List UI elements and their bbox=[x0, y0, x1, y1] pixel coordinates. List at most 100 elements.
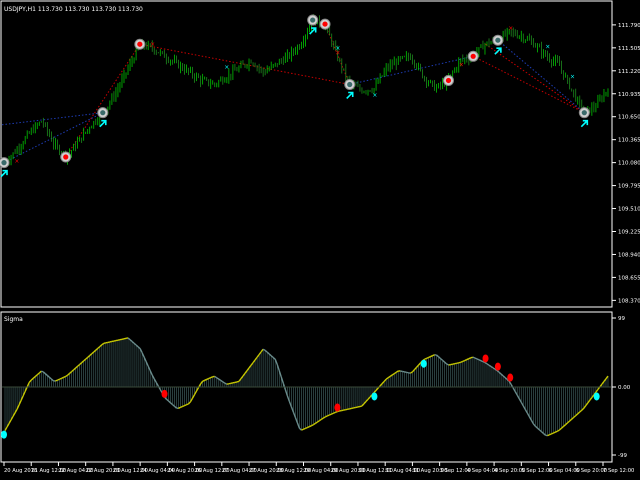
signal-core bbox=[470, 53, 476, 59]
osc-tick-label: -99 bbox=[618, 453, 627, 459]
red-cross-icon: × bbox=[150, 41, 155, 48]
osc-segment bbox=[184, 404, 187, 407]
osc-segment bbox=[468, 357, 472, 360]
osc-segment bbox=[327, 414, 330, 417]
osc-segment bbox=[462, 359, 466, 362]
osc-segment bbox=[182, 404, 185, 408]
osc-segment bbox=[186, 403, 189, 406]
osc-segment bbox=[428, 355, 431, 359]
signal-core bbox=[310, 17, 316, 23]
price-tick-label: 111.505 bbox=[618, 46, 640, 52]
signal-core bbox=[322, 21, 328, 27]
osc-segment bbox=[305, 426, 308, 429]
osc-segment bbox=[236, 380, 240, 383]
osc-buy-marker bbox=[371, 392, 378, 401]
osc-sell-marker bbox=[482, 354, 489, 363]
background bbox=[0, 0, 640, 480]
osc-segment bbox=[57, 378, 60, 381]
osc-sell-marker bbox=[507, 373, 514, 382]
osc-segment bbox=[61, 376, 64, 379]
red-cross-icon: × bbox=[14, 158, 19, 165]
osc-segment bbox=[555, 430, 558, 433]
time-tick-label: 7 Sep 12:00 bbox=[603, 468, 634, 474]
osc-buy-marker bbox=[1, 430, 7, 439]
osc-segment bbox=[476, 358, 480, 361]
osc-segment bbox=[551, 432, 554, 435]
signal-core bbox=[100, 110, 106, 116]
signal-core bbox=[137, 41, 143, 47]
cyan-cross-icon: × bbox=[224, 64, 229, 71]
osc-segment bbox=[303, 427, 306, 430]
signal-core bbox=[63, 154, 69, 160]
osc-segment bbox=[41, 370, 44, 373]
osc-segment bbox=[63, 375, 66, 379]
price-tick-label: 111.220 bbox=[618, 69, 640, 75]
price-tick-label: 108.940 bbox=[618, 252, 640, 258]
osc-segment bbox=[430, 355, 433, 358]
price-tick-label: 109.225 bbox=[618, 229, 640, 235]
symbol-title: USDJPY,H1 113.730 113.730 113.730 113.73… bbox=[4, 6, 143, 13]
osc-segment bbox=[331, 412, 335, 415]
osc-segment bbox=[311, 423, 314, 427]
red-cross-icon: × bbox=[508, 25, 513, 32]
osc-segment bbox=[333, 411, 337, 414]
osc-segment bbox=[325, 415, 328, 418]
osc-segment bbox=[460, 360, 464, 363]
osc-segment bbox=[178, 406, 181, 409]
price-tick-label: 110.365 bbox=[618, 138, 640, 144]
osc-segment bbox=[470, 356, 474, 359]
osc-buy-marker bbox=[420, 359, 427, 368]
osc-segment bbox=[329, 413, 332, 416]
osc-segment bbox=[59, 377, 62, 380]
osc-segment bbox=[547, 434, 550, 437]
osc-segment bbox=[553, 431, 556, 434]
osc-segment bbox=[180, 405, 183, 409]
osc-segment bbox=[301, 428, 304, 431]
cyan-cross-icon: × bbox=[545, 44, 550, 51]
osc-tick-label: 99 bbox=[618, 316, 625, 322]
osc-segment bbox=[458, 361, 461, 364]
osc-segment bbox=[466, 358, 470, 361]
price-tick-label: 109.510 bbox=[618, 207, 640, 213]
osc-segment bbox=[335, 410, 339, 413]
osc-segment bbox=[204, 378, 207, 381]
price-tick-label: 110.080 bbox=[618, 161, 640, 167]
red-cross-icon: × bbox=[335, 49, 340, 56]
osc-segment bbox=[208, 377, 211, 380]
cyan-cross-icon: × bbox=[570, 73, 575, 80]
osc-segment bbox=[307, 425, 310, 429]
osc-segment bbox=[210, 376, 214, 379]
osc-sell-marker bbox=[494, 362, 501, 371]
price-tick-label: 108.370 bbox=[618, 298, 640, 304]
osc-segment bbox=[549, 433, 552, 436]
osc-segment bbox=[55, 379, 58, 382]
osc-segment bbox=[472, 356, 476, 359]
signal-core bbox=[347, 81, 353, 88]
price-tick-label: 111.790 bbox=[618, 23, 640, 29]
oscillator-title: Sigma bbox=[4, 316, 23, 323]
osc-sell-marker bbox=[161, 389, 168, 398]
chart-window: USDJPY,H1 113.730 113.730 113.730 113.73… bbox=[0, 0, 640, 480]
cyan-cross-icon: × bbox=[372, 92, 377, 99]
osc-segment bbox=[262, 348, 266, 351]
osc-segment bbox=[202, 379, 205, 382]
red-cross-icon: × bbox=[459, 61, 464, 68]
osc-segment bbox=[206, 377, 209, 381]
signal-core bbox=[1, 160, 7, 166]
price-tick-label: 110.935 bbox=[618, 92, 640, 98]
osc-segment bbox=[424, 357, 427, 360]
osc-segment bbox=[474, 357, 478, 360]
signal-core bbox=[445, 77, 452, 84]
osc-segment bbox=[426, 356, 429, 359]
osc-segment bbox=[224, 382, 228, 385]
osc-sell-marker bbox=[334, 403, 341, 412]
signal-core bbox=[581, 110, 587, 116]
osc-segment bbox=[432, 354, 435, 357]
price-tick-label: 109.795 bbox=[618, 184, 640, 190]
osc-segment bbox=[446, 363, 450, 366]
osc-tick-label: 0.00 bbox=[618, 385, 631, 391]
osc-segment bbox=[359, 405, 363, 408]
osc-segment bbox=[464, 358, 468, 362]
osc-buy-marker bbox=[593, 392, 600, 401]
osc-segment bbox=[478, 359, 482, 362]
